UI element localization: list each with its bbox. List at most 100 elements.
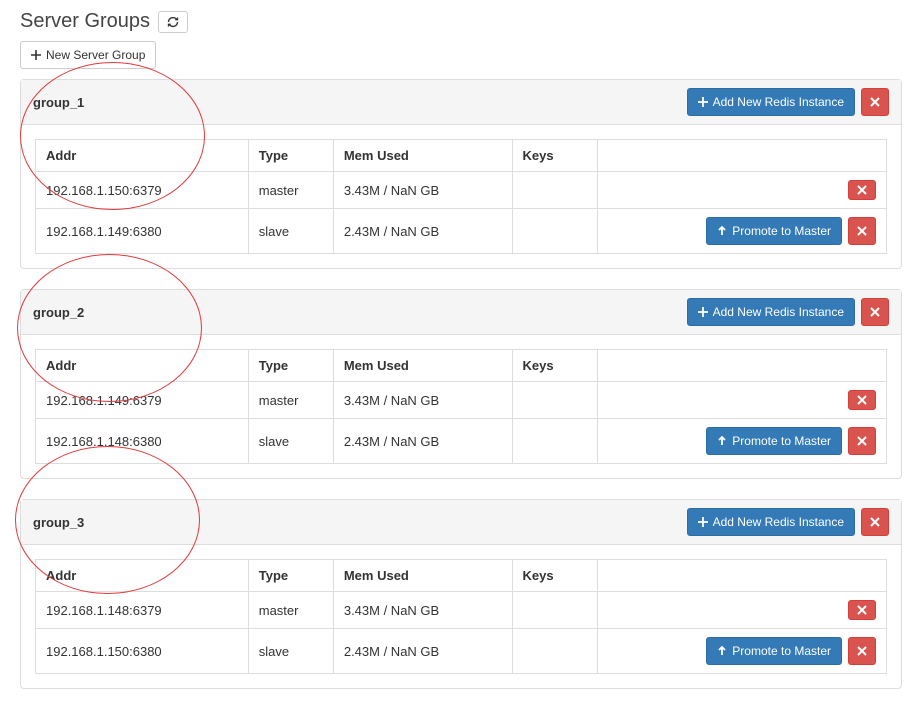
arrow-up-icon: [717, 646, 727, 656]
delete-group-button[interactable]: [861, 508, 889, 536]
cell-addr: 192.168.1.149:6380: [36, 209, 249, 254]
cell-actions: Promote to Master: [597, 629, 886, 674]
cell-actions: Promote to Master: [597, 419, 886, 464]
plus-icon: [31, 50, 41, 60]
add-redis-instance-label: Add New Redis Instance: [713, 303, 844, 321]
cell-type: slave: [248, 419, 333, 464]
group-panel: group_2 Add New Redis Instance AddrTypeMem…: [20, 289, 902, 479]
col-type: Type: [248, 560, 333, 592]
add-redis-instance-label: Add New Redis Instance: [713, 93, 844, 111]
cell-type: master: [248, 382, 333, 419]
remove-icon: [857, 436, 867, 446]
cell-keys: [512, 592, 597, 629]
table-header-row: AddrTypeMem UsedKeys: [36, 350, 887, 382]
col-mem-used: Mem Used: [333, 560, 512, 592]
delete-server-button[interactable]: [848, 217, 876, 245]
add-redis-instance-button[interactable]: Add New Redis Instance: [687, 298, 855, 326]
delete-server-button[interactable]: [848, 637, 876, 665]
server-table: AddrTypeMem UsedKeys192.168.1.149:6379ma…: [35, 349, 887, 464]
col-keys: Keys: [512, 560, 597, 592]
cell-mem-used: 3.43M / NaN GB: [333, 382, 512, 419]
cell-mem-used: 3.43M / NaN GB: [333, 172, 512, 209]
refresh-button[interactable]: [158, 11, 188, 33]
col-addr: Addr: [36, 560, 249, 592]
server-table: AddrTypeMem UsedKeys192.168.1.150:6379ma…: [35, 139, 887, 254]
cell-actions: [597, 382, 886, 419]
cell-keys: [512, 419, 597, 464]
delete-group-button[interactable]: [861, 298, 889, 326]
remove-icon: [870, 307, 880, 317]
cell-actions: Promote to Master: [597, 209, 886, 254]
arrow-up-icon: [717, 436, 727, 446]
add-redis-instance-label: Add New Redis Instance: [713, 513, 844, 531]
delete-group-button[interactable]: [861, 88, 889, 116]
group-name: group_3: [33, 515, 84, 530]
promote-to-master-button[interactable]: Promote to Master: [706, 217, 842, 245]
refresh-icon: [167, 16, 179, 28]
cell-actions: [597, 172, 886, 209]
table-row: 192.168.1.148:6379master3.43M / NaN GB: [36, 592, 887, 629]
remove-icon: [857, 395, 867, 405]
table-row: 192.168.1.149:6380slave2.43M / NaN GB Pro…: [36, 209, 887, 254]
col-mem-used: Mem Used: [333, 140, 512, 172]
group-panel-body: AddrTypeMem UsedKeys192.168.1.149:6379ma…: [21, 335, 901, 478]
delete-server-button[interactable]: [848, 390, 876, 410]
promote-to-master-button[interactable]: Promote to Master: [706, 637, 842, 665]
cell-mem-used: 2.43M / NaN GB: [333, 419, 512, 464]
delete-server-button[interactable]: [848, 180, 876, 200]
col-addr: Addr: [36, 350, 249, 382]
cell-mem-used: 2.43M / NaN GB: [333, 209, 512, 254]
cell-type: master: [248, 172, 333, 209]
promote-to-master-button[interactable]: Promote to Master: [706, 427, 842, 455]
server-table: AddrTypeMem UsedKeys192.168.1.148:6379ma…: [35, 559, 887, 674]
table-header-row: AddrTypeMem UsedKeys: [36, 140, 887, 172]
col-addr: Addr: [36, 140, 249, 172]
remove-icon: [870, 97, 880, 107]
group-panel-heading: group_3 Add New Redis Instance: [21, 500, 901, 545]
col-keys: Keys: [512, 350, 597, 382]
group-panel-heading: group_2 Add New Redis Instance: [21, 290, 901, 335]
remove-icon: [857, 605, 867, 615]
plus-icon: [698, 307, 708, 317]
cell-keys: [512, 629, 597, 674]
remove-icon: [870, 517, 880, 527]
new-server-group-label: New Server Group: [46, 46, 145, 64]
delete-server-button[interactable]: [848, 600, 876, 620]
group-name: group_1: [33, 95, 84, 110]
col-actions: [597, 350, 886, 382]
cell-type: master: [248, 592, 333, 629]
arrow-up-icon: [717, 226, 727, 236]
cell-type: slave: [248, 209, 333, 254]
cell-keys: [512, 172, 597, 209]
cell-mem-used: 2.43M / NaN GB: [333, 629, 512, 674]
col-mem-used: Mem Used: [333, 350, 512, 382]
cell-addr: 192.168.1.150:6380: [36, 629, 249, 674]
plus-icon: [698, 517, 708, 527]
promote-to-master-label: Promote to Master: [732, 642, 831, 660]
cell-type: slave: [248, 629, 333, 674]
group-panel-heading: group_1 Add New Redis Instance: [21, 80, 901, 125]
delete-server-button[interactable]: [848, 427, 876, 455]
group-panel-body: AddrTypeMem UsedKeys192.168.1.150:6379ma…: [21, 125, 901, 268]
add-redis-instance-button[interactable]: Add New Redis Instance: [687, 508, 855, 536]
col-keys: Keys: [512, 140, 597, 172]
table-row: 192.168.1.149:6379master3.43M / NaN GB: [36, 382, 887, 419]
remove-icon: [857, 226, 867, 236]
promote-to-master-label: Promote to Master: [732, 222, 831, 240]
col-actions: [597, 140, 886, 172]
promote-to-master-label: Promote to Master: [732, 432, 831, 450]
cell-addr: 192.168.1.148:6380: [36, 419, 249, 464]
add-redis-instance-button[interactable]: Add New Redis Instance: [687, 88, 855, 116]
cell-keys: [512, 209, 597, 254]
cell-addr: 192.168.1.148:6379: [36, 592, 249, 629]
table-row: 192.168.1.148:6380slave2.43M / NaN GB Pro…: [36, 419, 887, 464]
group-panel: group_3 Add New Redis Instance AddrTypeMem…: [20, 499, 902, 689]
group-name: group_2: [33, 305, 84, 320]
table-row: 192.168.1.150:6379master3.43M / NaN GB: [36, 172, 887, 209]
group-panel-body: AddrTypeMem UsedKeys192.168.1.148:6379ma…: [21, 545, 901, 688]
table-row: 192.168.1.150:6380slave2.43M / NaN GB Pro…: [36, 629, 887, 674]
table-header-row: AddrTypeMem UsedKeys: [36, 560, 887, 592]
new-server-group-button[interactable]: New Server Group: [20, 41, 156, 69]
col-type: Type: [248, 140, 333, 172]
col-type: Type: [248, 350, 333, 382]
